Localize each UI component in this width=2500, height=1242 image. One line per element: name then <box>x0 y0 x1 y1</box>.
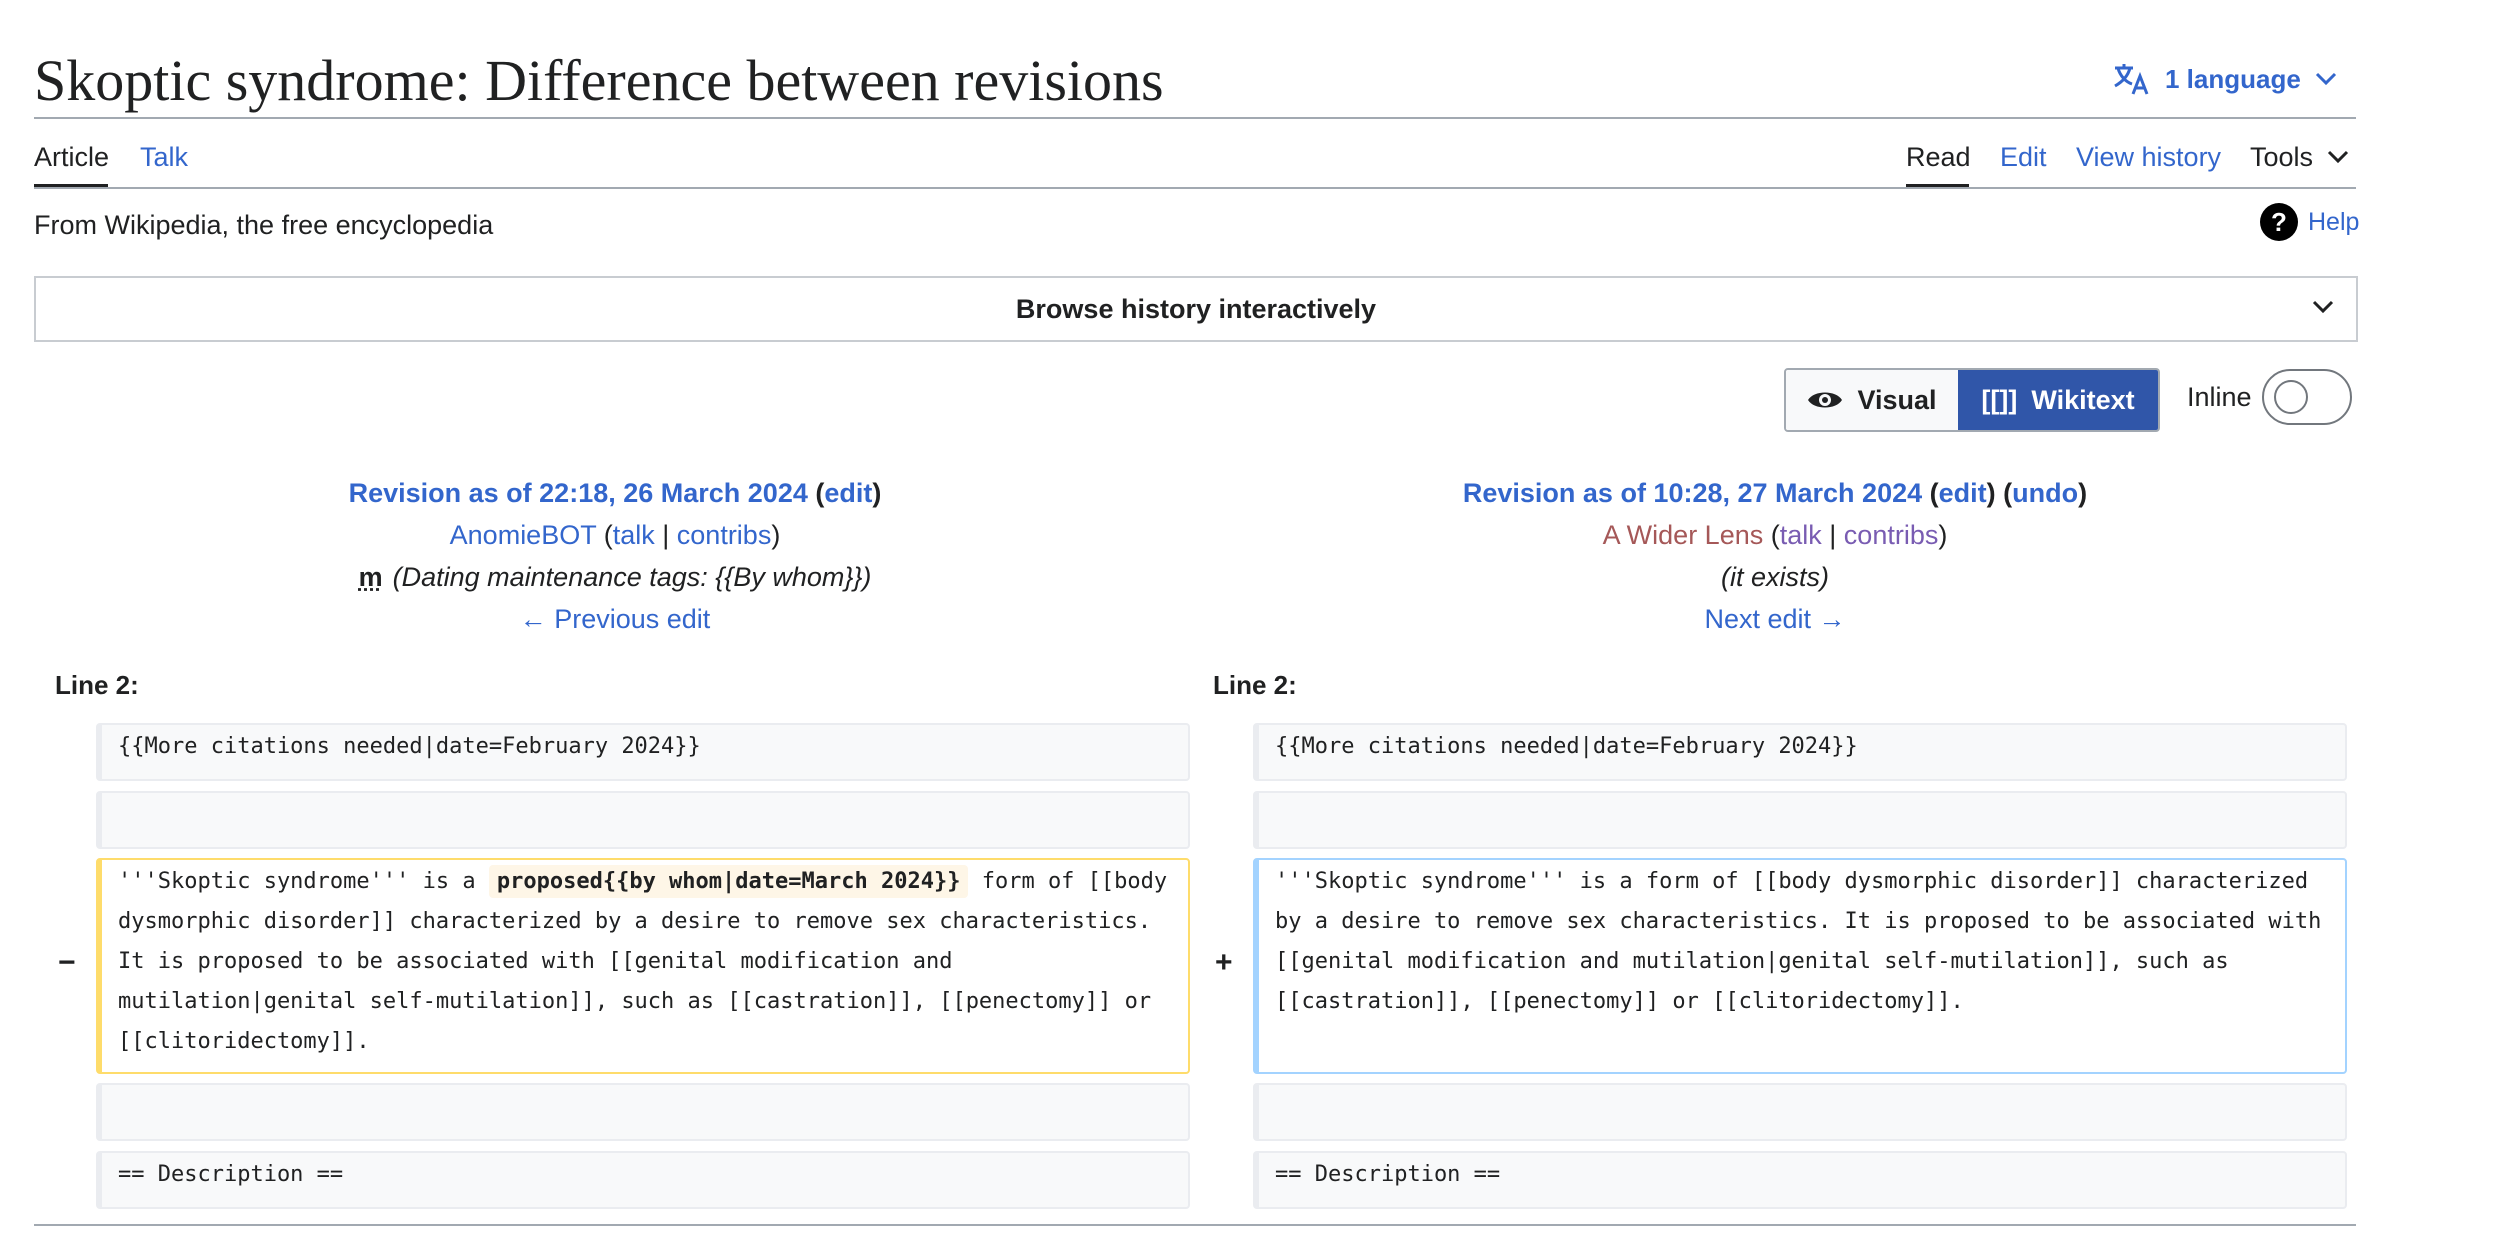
chevron-down-icon <box>2315 72 2336 86</box>
deleted-text-before: '''Skoptic syndrome''' is a <box>118 869 489 894</box>
right-line-number: Line 2: <box>1213 670 1297 700</box>
right-revision-title-line: Revision as of 10:28, 27 March 2024 (edi… <box>1462 478 2088 508</box>
help-label: Help <box>2308 207 2360 236</box>
diff-context-left: {{More citations needed|date=February 20… <box>96 723 1190 781</box>
language-label: 1 language <box>2165 63 2301 94</box>
translate-icon <box>2114 64 2149 95</box>
wikitext-label: Wikitext <box>2031 384 2135 415</box>
tabs-divider <box>34 187 2356 189</box>
left-user-link[interactable]: AnomieBOT <box>450 520 597 550</box>
right-user-talk-link[interactable]: talk <box>1780 520 1822 550</box>
left-user-contribs-link[interactable]: contribs <box>677 520 772 550</box>
diff-context-left <box>96 791 1190 849</box>
help-link[interactable]: ? Help <box>2260 203 2359 241</box>
diff-context-right: == Description == <box>1253 1151 2347 1209</box>
tab-edit[interactable]: Edit <box>2000 140 2047 174</box>
diff-context-left <box>96 1083 1190 1141</box>
diff-added-line: '''Skoptic syndrome''' is a form of [[bo… <box>1253 858 2347 1074</box>
left-revision-header: Revision as of 22:18, 26 March 2024 (edi… <box>40 472 1190 640</box>
diff-context-right <box>1253 791 2347 849</box>
browse-history-label: Browse history interactively <box>1015 293 1377 324</box>
tab-talk[interactable]: Talk <box>140 140 188 174</box>
left-edit-summary: m (Dating maintenance tags: {{By whom}}) <box>40 556 1190 598</box>
right-revision-link[interactable]: Revision as of 10:28, 27 March 2024 <box>1463 478 1922 508</box>
minor-edit-flag: m <box>358 562 383 592</box>
site-tagline: From Wikipedia, the free encyclopedia <box>34 210 494 240</box>
left-user-line: AnomieBOT (talk | contribs) <box>449 520 781 550</box>
deleted-line-marker: − <box>58 946 76 979</box>
right-user-contribs-link[interactable]: contribs <box>1844 520 1939 550</box>
tools-label: Tools <box>2250 142 2314 172</box>
eye-icon <box>1808 392 1843 408</box>
next-edit-link[interactable]: Next edit → <box>1704 604 1845 634</box>
deleted-inline-change: proposed{{by whom|date=March 2024}} <box>488 865 969 898</box>
left-user-talk-link[interactable]: talk <box>613 520 655 550</box>
diff-context-right: {{More citations needed|date=February 20… <box>1253 723 2347 781</box>
tools-menu[interactable]: Tools <box>2250 140 2349 174</box>
help-icon: ? <box>2260 203 2298 241</box>
diff-deleted-line: '''Skoptic syndrome''' is a proposed{{by… <box>96 858 1190 1074</box>
right-user-line: A Wider Lens (talk | contribs) <box>1602 520 1948 550</box>
inline-toggle-switch[interactable] <box>2262 369 2352 425</box>
wikitext-button[interactable]: [[]] Wikitext <box>1958 370 2158 430</box>
left-summary-text: (Dating maintenance tags: {{By whom}}) <box>392 562 872 592</box>
language-selector[interactable]: 1 language <box>2113 62 2337 96</box>
browse-history-toggle[interactable]: Browse history interactively <box>34 276 2358 342</box>
toggle-knob <box>2274 380 2308 414</box>
left-revision-title-line: Revision as of 22:18, 26 March 2024 (edi… <box>348 478 882 508</box>
title-divider <box>34 117 2356 119</box>
visual-label: Visual <box>1857 384 1937 415</box>
undo-link[interactable]: undo <box>2012 478 2078 508</box>
page-title: Skoptic syndrome: Difference between rev… <box>34 48 1164 113</box>
chevron-down-icon <box>2312 300 2334 314</box>
tab-read[interactable]: Read <box>1906 140 1971 174</box>
added-line-marker: + <box>1215 946 1233 979</box>
visual-button[interactable]: Visual <box>1786 370 1958 430</box>
previous-edit-link[interactable]: ← Previous edit <box>520 604 711 634</box>
tab-article[interactable]: Article <box>34 140 109 174</box>
inline-label: Inline <box>2187 382 2252 412</box>
right-edit-summary: (it exists) <box>1721 562 1829 592</box>
tab-view-history[interactable]: View history <box>2076 140 2221 174</box>
left-line-number: Line 2: <box>55 670 139 700</box>
right-user-link[interactable]: A Wider Lens <box>1603 520 1764 550</box>
diff-context-right <box>1253 1083 2347 1141</box>
right-edit-link[interactable]: edit <box>1939 478 1987 508</box>
diff-view-toggle: Visual [[]] Wikitext <box>1784 368 2160 432</box>
left-revision-link[interactable]: Revision as of 22:18, 26 March 2024 <box>349 478 808 508</box>
diff-context-left: == Description == <box>96 1151 1190 1209</box>
chevron-down-icon <box>2327 150 2349 164</box>
right-revision-header: Revision as of 10:28, 27 March 2024 (edi… <box>1200 472 2350 640</box>
left-edit-link[interactable]: edit <box>824 478 872 508</box>
wikitext-icon: [[]] <box>1981 384 2018 415</box>
content-divider <box>34 1224 2356 1226</box>
